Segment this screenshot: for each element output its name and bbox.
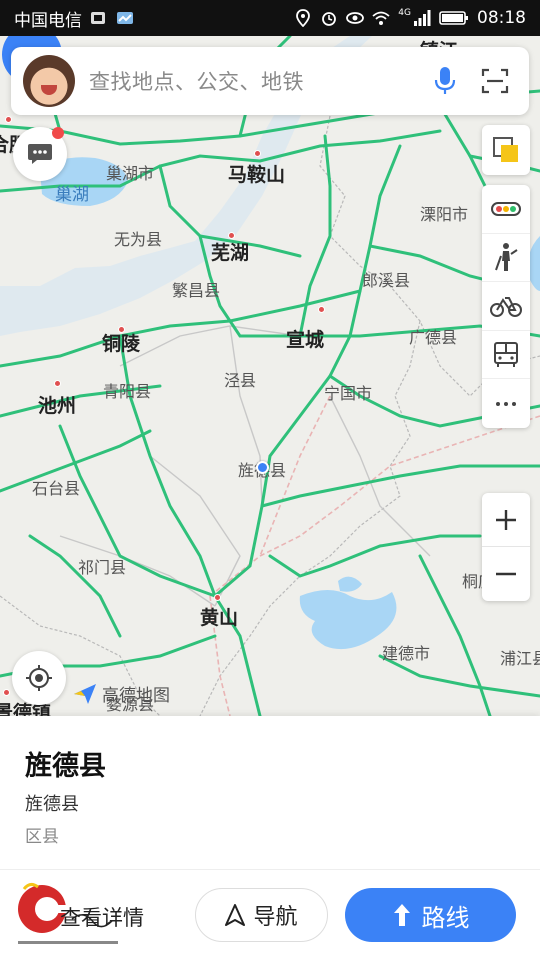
app-notification-icon	[117, 12, 133, 24]
person-icon	[495, 243, 518, 272]
locate-me-button[interactable]	[12, 651, 66, 705]
map-attribution: 高德地图	[72, 681, 170, 706]
bus-button[interactable]	[482, 331, 530, 380]
divider	[0, 869, 540, 870]
place-info-panel: 旌德县 旌德县 区县 查看详情 导航 路线	[0, 716, 540, 960]
battery-icon	[439, 11, 468, 25]
map-label[interactable]: 铜陵	[102, 329, 140, 356]
map-label[interactable]: 青阳县	[103, 378, 151, 402]
city-dot	[54, 380, 61, 387]
zoom-out-button[interactable]	[482, 547, 530, 601]
map-label[interactable]: 巢湖	[55, 180, 89, 205]
alarm-icon	[322, 12, 337, 26]
network-type: 4G	[398, 8, 411, 18]
search-bar[interactable]: 查找地点、公交、地铁	[11, 47, 529, 115]
app-root: 中国电信 4G 08:18 巢湖市 马鞍山 溧阳市 巢湖 无为县 芜湖 郎溪县 …	[0, 0, 540, 960]
city-dot	[214, 594, 221, 601]
map-label[interactable]: 马鞍山	[228, 160, 285, 187]
map-label[interactable]: 巢湖市	[106, 160, 154, 184]
city-dot	[254, 150, 261, 157]
layers-icon	[493, 137, 518, 162]
view-details-button[interactable]: 查看详情	[60, 902, 144, 932]
chat-bubble-icon	[28, 144, 52, 164]
map-label[interactable]: 郎溪县	[362, 267, 410, 291]
clock: 08:18	[477, 8, 526, 28]
city-dot	[5, 116, 12, 123]
map-label[interactable]: 黄山	[200, 603, 238, 630]
map-label[interactable]: 建德市	[382, 640, 430, 664]
map-tools-panel	[482, 185, 530, 428]
map-label[interactable]: 芜湖	[211, 238, 249, 265]
map-label[interactable]: 浦江县	[500, 645, 540, 669]
navigate-button[interactable]: 导航	[195, 888, 328, 942]
map-label[interactable]: 宣城	[286, 325, 324, 352]
more-icon	[496, 401, 516, 406]
unread-badge	[52, 127, 64, 139]
map-canvas	[0, 36, 540, 716]
zoom-in-button[interactable]	[482, 493, 530, 547]
scan-icon	[481, 68, 509, 94]
street-view-button[interactable]	[482, 234, 530, 283]
route-arrow-icon	[393, 904, 410, 926]
microphone-icon	[434, 67, 456, 94]
map-label[interactable]: 泾县	[224, 367, 256, 391]
more-tools-button[interactable]	[482, 379, 530, 428]
map-label[interactable]: 广德县	[409, 324, 457, 348]
route-label: 路线	[421, 903, 470, 932]
bike-button[interactable]	[482, 282, 530, 331]
voice-search-button[interactable]	[425, 61, 465, 101]
place-type: 区县	[25, 827, 59, 847]
signal-icon	[414, 10, 431, 26]
plus-icon	[496, 509, 516, 530]
navigation-arrow-icon	[225, 904, 246, 926]
current-location-dot	[256, 461, 269, 474]
map-view[interactable]: 镇江 合肥 巢湖市 马鞍山 溧阳市 巢湖 无为县 芜湖 郎溪县 繁昌县 铜陵 宣…	[0, 36, 540, 716]
avatar[interactable]	[23, 55, 75, 107]
map-label[interactable]: 祁门县	[78, 554, 126, 578]
carrier-label: 中国电信	[14, 10, 82, 31]
eye-icon	[346, 12, 365, 24]
bus-icon	[494, 341, 518, 367]
map-label[interactable]: 溧阳市	[420, 201, 468, 225]
map-label[interactable]: 繁昌县	[172, 277, 220, 301]
amap-logo-icon	[74, 683, 96, 704]
wifi-icon	[372, 11, 390, 25]
location-status-icon	[296, 9, 311, 27]
zoom-control	[482, 493, 530, 601]
navigate-label: 导航	[253, 905, 298, 930]
city-dot	[3, 689, 10, 696]
city-dot	[318, 306, 325, 313]
map-layers-button[interactable]	[482, 125, 530, 175]
status-bar: 中国电信 4G 08:18	[0, 0, 540, 36]
map-label[interactable]: 池州	[38, 391, 76, 418]
attribution-text: 高德地图	[102, 686, 170, 706]
crosshair-icon	[26, 665, 52, 691]
map-label[interactable]: 石台县	[32, 475, 80, 499]
place-title: 旌德县	[25, 751, 106, 782]
notification-icon	[91, 12, 105, 24]
minus-icon	[496, 572, 516, 576]
place-subtitle: 旌德县	[25, 794, 79, 815]
route-button[interactable]: 路线	[345, 888, 516, 942]
search-input[interactable]: 查找地点、公交、地铁	[89, 66, 425, 96]
map-label[interactable]: 宁国市	[324, 380, 372, 404]
bicycle-icon	[490, 296, 522, 317]
traffic-light-icon	[491, 201, 521, 216]
traffic-button[interactable]	[482, 185, 530, 234]
map-label[interactable]: 无为县	[114, 226, 162, 250]
scan-button[interactable]	[473, 61, 517, 101]
